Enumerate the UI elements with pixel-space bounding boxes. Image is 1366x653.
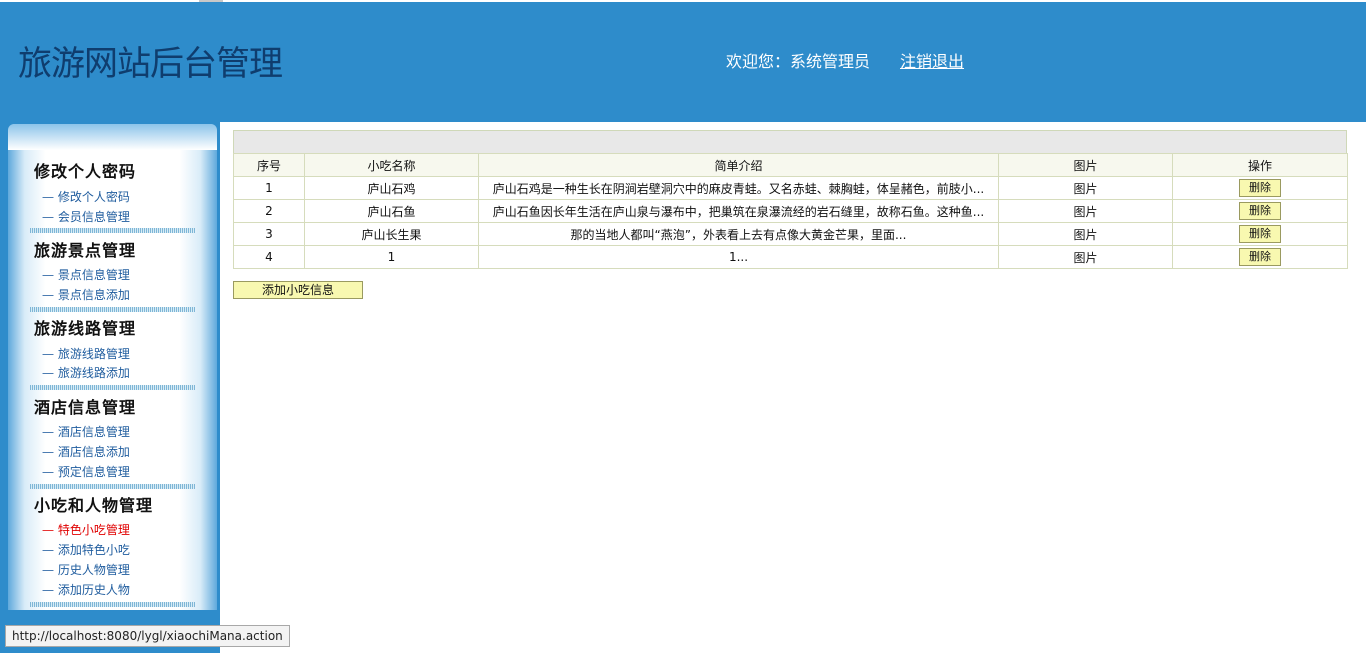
action-cell: 删除 (1172, 176, 1348, 200)
status-bar-url: http://localhost:8080/lygl/xiaochiMana.a… (5, 625, 290, 647)
sidebar-item-booking-management[interactable]: — 预定信息管理 (42, 463, 130, 480)
row-number: 3 (233, 222, 305, 246)
sidebar-item-label: 修改个人密码 (57, 190, 130, 204)
sidebar-item-label: 特色小吃管理 (57, 523, 130, 537)
sidebar-item-label: 历史人物管理 (57, 563, 130, 577)
delete-button[interactable]: 删除 (1239, 202, 1281, 220)
site-title: 旅游网站后台管理 (18, 44, 283, 84)
section-divider (30, 385, 195, 390)
table-title-bar (233, 130, 1347, 154)
sidebar-item-label: 添加历史人物 (57, 583, 130, 597)
sidebar-item-label: 添加特色小吃 (57, 543, 130, 557)
snack-intro: 那的当地人都叫“燕泡”，外表看上去有点像大黄金芒果，里面... (478, 222, 999, 246)
delete-button[interactable]: 删除 (1239, 179, 1281, 197)
sidebar-item-snack-management[interactable]: — 特色小吃管理 (42, 521, 130, 538)
sidebar-item-member-management[interactable]: — 会员信息管理 (42, 208, 130, 225)
image-link[interactable]: 图片 (998, 245, 1173, 269)
logout-link[interactable]: 注销退出 (900, 48, 964, 72)
sidebar-item-scenic-management[interactable]: — 景点信息管理 (42, 266, 130, 283)
table-row: 2 庐山石鱼 庐山石鱼因长年生活在庐山泉与瀑布中，把巢筑在泉瀑流经的岩石缝里，故… (233, 199, 1348, 223)
section-divider (30, 228, 195, 233)
image-link[interactable]: 图片 (998, 176, 1173, 200)
column-header: 操作 (1172, 153, 1348, 177)
sidebar-item-label: 旅游线路管理 (57, 347, 130, 361)
snack-name: 庐山石鸡 (304, 176, 479, 200)
action-cell: 删除 (1172, 199, 1348, 223)
sidebar-top-gradient (8, 124, 217, 150)
column-header: 图片 (998, 153, 1173, 177)
sidebar-item-hotel-management[interactable]: — 酒店信息管理 (42, 423, 130, 440)
action-cell: 删除 (1172, 222, 1348, 246)
header-banner: 旅游网站后台管理 欢迎您：系统管理员 注销退出 (0, 2, 1366, 122)
table-header-row: 序号 小吃名称 简单介绍 图片 操作 (233, 153, 1348, 177)
section-divider (30, 307, 195, 312)
sidebar-item-scenic-add[interactable]: — 景点信息添加 (42, 286, 130, 303)
image-link[interactable]: 图片 (998, 222, 1173, 246)
row-number: 2 (233, 199, 305, 223)
sidebar-item-label: 酒店信息管理 (57, 425, 130, 439)
section-divider (30, 484, 195, 489)
column-header: 简单介绍 (478, 153, 999, 177)
sidebar-item-change-password[interactable]: — 修改个人密码 (42, 188, 130, 205)
snack-table: 序号 小吃名称 简单介绍 图片 操作 1 庐山石鸡 庐山石鸡是一种生长在阴涧岩壁… (233, 153, 1348, 269)
sidebar-item-people-add[interactable]: — 添加历史人物 (42, 581, 130, 598)
sidebar-item-label: 酒店信息添加 (57, 445, 130, 459)
sidebar-item-label: 预定信息管理 (57, 465, 130, 479)
section-title-scenic: 旅游景点管理 (34, 241, 137, 260)
add-snack-button[interactable]: 添加小吃信息 (233, 281, 363, 299)
section-divider (30, 602, 195, 607)
table-row: 1 庐山石鸡 庐山石鸡是一种生长在阴涧岩壁洞穴中的麻皮青蛙。又名赤蛙、棘胸蛙，体… (233, 176, 1348, 200)
image-link[interactable]: 图片 (998, 199, 1173, 223)
column-header: 小吃名称 (304, 153, 479, 177)
section-title-password: 修改个人密码 (34, 162, 137, 181)
sidebar-item-label: 旅游线路添加 (57, 366, 130, 380)
section-title-hotel: 酒店信息管理 (34, 398, 137, 417)
row-number: 4 (233, 245, 305, 269)
sidebar-item-snack-add[interactable]: — 添加特色小吃 (42, 541, 130, 558)
snack-name: 1 (304, 245, 479, 269)
snack-intro: 庐山石鱼因长年生活在庐山泉与瀑布中，把巢筑在泉瀑流经的岩石缝里，故称石鱼。这种鱼… (478, 199, 999, 223)
snack-name: 庐山长生果 (304, 222, 479, 246)
sidebar-item-people-management[interactable]: — 历史人物管理 (42, 561, 130, 578)
welcome-text: 欢迎您：系统管理员 (726, 52, 871, 71)
section-title-snacks-people: 小吃和人物管理 (34, 496, 154, 515)
table-row: 3 庐山长生果 那的当地人都叫“燕泡”，外表看上去有点像大黄金芒果，里面... … (233, 222, 1348, 246)
sidebar-item-route-management[interactable]: — 旅游线路管理 (42, 345, 130, 362)
delete-button[interactable]: 删除 (1239, 225, 1281, 243)
section-title-routes: 旅游线路管理 (34, 319, 137, 338)
action-cell: 删除 (1172, 245, 1348, 269)
sidebar-menu: 修改个人密码 — 修改个人密码 — 会员信息管理 旅游景点管理 — 景点信息管理… (8, 124, 217, 610)
snack-name: 庐山石鱼 (304, 199, 479, 223)
snack-intro: 庐山石鸡是一种生长在阴涧岩壁洞穴中的麻皮青蛙。又名赤蛙、棘胸蛙，体呈赭色，前肢小… (478, 176, 999, 200)
sidebar-item-route-add[interactable]: — 旅游线路添加 (42, 364, 130, 381)
sidebar-item-hotel-add[interactable]: — 酒店信息添加 (42, 443, 130, 460)
sidebar-item-label: 会员信息管理 (57, 210, 130, 224)
table-row: 4 1 1... 图片 删除 (233, 245, 1348, 269)
delete-button[interactable]: 删除 (1239, 248, 1281, 266)
snack-intro: 1... (478, 245, 999, 269)
column-header: 序号 (233, 153, 305, 177)
sidebar-item-label: 景点信息添加 (57, 288, 130, 302)
sidebar-item-label: 景点信息管理 (57, 268, 130, 282)
row-number: 1 (233, 176, 305, 200)
